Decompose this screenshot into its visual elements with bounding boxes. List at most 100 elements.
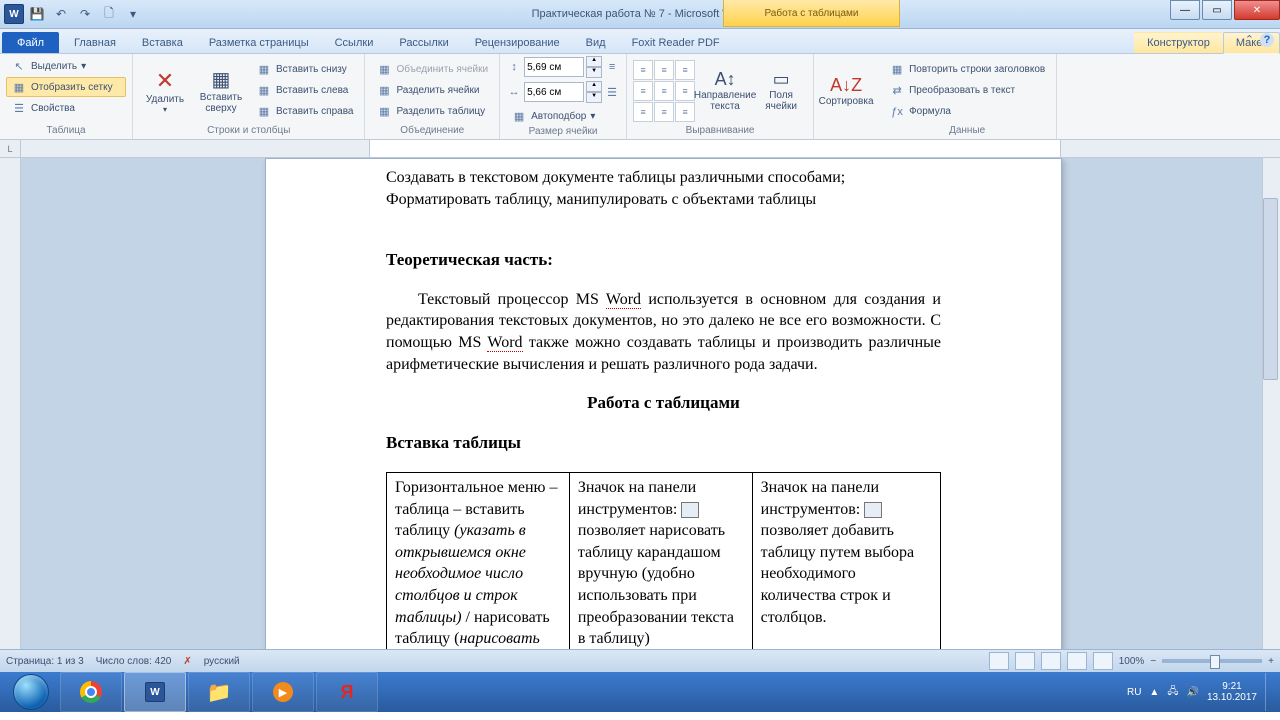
tab-references[interactable]: Ссылки [322, 32, 387, 53]
tab-mailings[interactable]: Рассылки [386, 32, 461, 53]
tab-page-layout[interactable]: Разметка страницы [196, 32, 322, 53]
formula-button[interactable]: ƒxФормула [884, 102, 1050, 122]
qat-undo-button[interactable]: ↶ [50, 3, 72, 25]
ruler-horizontal[interactable]: L [0, 140, 1280, 158]
document-page[interactable]: Создавать в текстовом документе таблицы … [265, 158, 1062, 649]
taskbar-chrome[interactable] [60, 672, 122, 712]
help-icon[interactable]: ? [1260, 33, 1274, 47]
taskbar-word[interactable]: W [124, 672, 186, 712]
tab-file[interactable]: Файл [2, 32, 59, 53]
qat-redo-button[interactable]: ↷ [74, 3, 96, 25]
align-mc[interactable]: ≡ [654, 81, 674, 101]
height-up[interactable]: ▲ [586, 56, 602, 67]
col-width-input[interactable] [524, 82, 584, 102]
tray-network-icon[interactable]: 🖧 [1167, 684, 1178, 701]
word-app-icon[interactable]: W [4, 4, 24, 24]
zoom-out-button[interactable]: − [1150, 656, 1156, 667]
insert-below-button[interactable]: ▦Вставить снизу [251, 60, 358, 80]
view-web-layout[interactable] [1041, 652, 1061, 670]
tray-volume-icon[interactable]: 🔊 [1186, 687, 1198, 698]
show-desktop-button[interactable] [1265, 673, 1276, 711]
align-bc[interactable]: ≡ [654, 102, 674, 122]
maximize-button[interactable]: ▭ [1202, 0, 1232, 20]
row-height-input[interactable] [524, 57, 584, 77]
doc-heading-tables[interactable]: Работа с таблицами [386, 392, 941, 415]
align-tl[interactable]: ≡ [633, 60, 653, 80]
view-full-reading[interactable] [1015, 652, 1035, 670]
tray-clock[interactable]: 9:2113.10.2017 [1207, 681, 1257, 703]
qat-customize-button[interactable]: ▾ [122, 3, 144, 25]
doc-line-2[interactable]: Форматировать таблицу, манипулировать с … [386, 189, 941, 211]
split-table-button[interactable]: ▦Разделить таблицу [371, 102, 493, 122]
doc-heading-theory[interactable]: Теоретическая часть: [386, 249, 941, 272]
insert-left-button[interactable]: ▦Вставить слева [251, 81, 358, 101]
status-proofing-icon[interactable]: ✗ [183, 656, 191, 667]
sort-button[interactable]: A↓ZСортировка [820, 58, 872, 124]
cell-margins-button[interactable]: ▭Поля ячейки [755, 58, 807, 124]
autofit-button[interactable]: ▦Автоподбор ▾ [506, 106, 620, 126]
view-outline[interactable] [1067, 652, 1087, 670]
taskbar-media-player[interactable]: ▶ [252, 672, 314, 712]
doc-paragraph-1[interactable]: Текстовый процессор MS Word используется… [386, 289, 941, 375]
taskbar-explorer[interactable]: 📁 [188, 672, 250, 712]
tab-view[interactable]: Вид [573, 32, 619, 53]
insert-above-button[interactable]: ▦Вставить сверху [195, 58, 247, 124]
page-area[interactable]: Создавать в текстовом документе таблицы … [21, 158, 1280, 649]
tab-design[interactable]: Конструктор [1134, 32, 1223, 53]
minimize-ribbon-icon[interactable]: ⌃ [1245, 33, 1254, 47]
ruler-tab-selector[interactable]: L [0, 140, 21, 157]
qat-save-button[interactable]: 💾 [26, 3, 48, 25]
document-table[interactable]: Горизонтальное меню – таблица – вставить… [386, 472, 941, 649]
zoom-in-button[interactable]: + [1268, 656, 1274, 667]
doc-line-1[interactable]: Создавать в текстовом документе таблицы … [386, 167, 941, 189]
tab-home[interactable]: Главная [61, 32, 129, 53]
start-button[interactable] [4, 673, 58, 711]
scrollbar-thumb[interactable] [1263, 198, 1278, 380]
tab-insert[interactable]: Вставка [129, 32, 196, 53]
align-tc[interactable]: ≡ [654, 60, 674, 80]
close-button[interactable]: ✕ [1234, 0, 1280, 20]
distribute-cols-icon[interactable]: ☰ [604, 84, 620, 100]
tab-foxit[interactable]: Foxit Reader PDF [619, 32, 733, 53]
align-br[interactable]: ≡ [675, 102, 695, 122]
taskbar-yandex[interactable]: Я [316, 672, 378, 712]
minimize-button[interactable]: — [1170, 0, 1200, 20]
tray-flag-icon[interactable]: ▲ [1149, 687, 1159, 698]
zoom-level[interactable]: 100% [1119, 656, 1145, 667]
tray-lang[interactable]: RU [1127, 687, 1141, 698]
align-ml[interactable]: ≡ [633, 81, 653, 101]
align-mr[interactable]: ≡ [675, 81, 695, 101]
qat-new-button[interactable]: 🗋 [98, 3, 120, 25]
insert-right-button[interactable]: ▦Вставить справа [251, 102, 358, 122]
tab-review[interactable]: Рецензирование [462, 32, 573, 53]
select-button[interactable]: ↖Выделить ▾ [6, 56, 126, 76]
table-cell-3[interactable]: Значок на панели инструментов: позволяет… [752, 472, 940, 649]
view-print-layout[interactable] [989, 652, 1009, 670]
doc-heading-insert[interactable]: Вставка таблицы [386, 432, 941, 455]
width-down[interactable]: ▼ [586, 92, 602, 103]
repeat-header-button[interactable]: ▦Повторить строки заголовков [884, 60, 1050, 80]
align-tr[interactable]: ≡ [675, 60, 695, 80]
delete-button[interactable]: ✕Удалить▾ [139, 58, 191, 124]
vertical-scrollbar[interactable] [1262, 158, 1280, 649]
table-cell-2[interactable]: Значок на панели инструментов: позволяет… [569, 472, 752, 649]
status-page[interactable]: Страница: 1 из 3 [6, 656, 84, 667]
status-language[interactable]: русский [204, 656, 240, 667]
view-gridlines-button[interactable]: ▦Отобразить сетку [6, 77, 126, 97]
split-cells-button[interactable]: ▦Разделить ячейки [371, 81, 493, 101]
view-draft[interactable] [1093, 652, 1113, 670]
properties-button[interactable]: ☰Свойства [6, 98, 126, 118]
zoom-slider-thumb[interactable] [1210, 655, 1220, 669]
ruler-vertical[interactable] [0, 158, 21, 649]
table-row[interactable]: Горизонтальное меню – таблица – вставить… [387, 472, 941, 649]
status-word-count[interactable]: Число слов: 420 [96, 656, 172, 667]
table-cell-1[interactable]: Горизонтальное меню – таблица – вставить… [387, 472, 570, 649]
height-down[interactable]: ▼ [586, 67, 602, 78]
merge-cells-button[interactable]: ▦Объединить ячейки [371, 60, 493, 80]
distribute-rows-icon[interactable]: ≡ [604, 59, 620, 75]
zoom-slider[interactable] [1162, 659, 1262, 663]
align-bl[interactable]: ≡ [633, 102, 653, 122]
text-direction-button[interactable]: A↕Направление текста [699, 58, 751, 124]
convert-text-button[interactable]: ⇄Преобразовать в текст [884, 81, 1050, 101]
width-up[interactable]: ▲ [586, 81, 602, 92]
